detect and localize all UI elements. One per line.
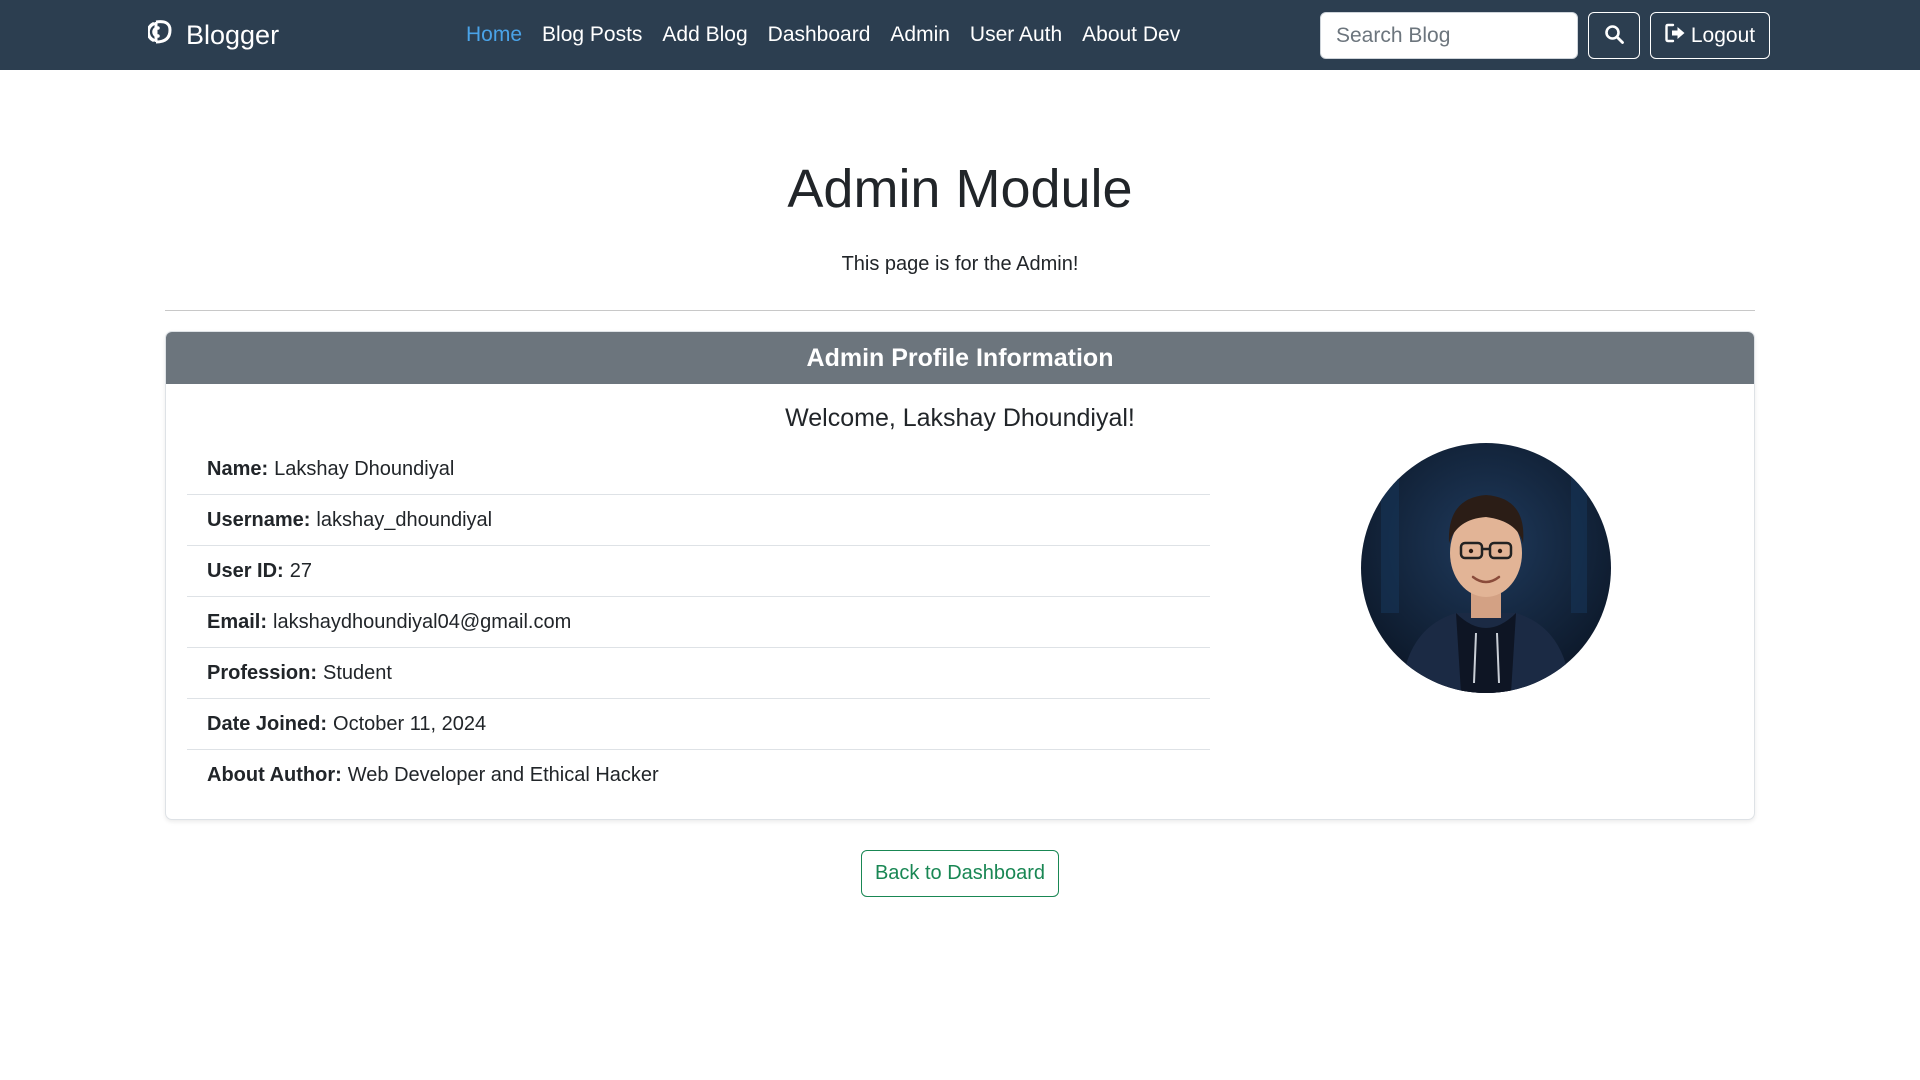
field-value: lakshay_dhoundiyal [316, 508, 493, 531]
brand-name: Blogger [186, 19, 280, 50]
field-label: Username: [207, 508, 311, 531]
search-button[interactable] [1588, 12, 1640, 59]
top-navbar: Blogger Home Blog Posts Add Blog Dashboa… [0, 0, 1920, 70]
field-label: Email: [207, 610, 268, 633]
field-value: 27 [289, 559, 312, 582]
field-value: Lakshay Dhoundiyal [274, 457, 455, 480]
nav-link-user-auth[interactable]: User Auth [960, 23, 1072, 47]
admin-avatar [1361, 443, 1611, 693]
page-lead: This page is for the Admin! [841, 253, 1079, 275]
page-title: Admin Module [787, 159, 1133, 219]
field-value: lakshaydhoundiyal04@gmail.com [273, 610, 572, 633]
list-item-username: Username: lakshay_dhoundiyal [187, 495, 1210, 546]
nav-link-dashboard[interactable]: Dashboard [758, 23, 881, 47]
list-item-name: Name: Lakshay Dhoundiyal [187, 444, 1210, 495]
nav-link-add-blog[interactable]: Add Blog [652, 23, 757, 47]
nav-link-blog-posts[interactable]: Blog Posts [532, 23, 652, 47]
logout-label: Logout [1690, 23, 1756, 47]
list-item-user-id: User ID: 27 [187, 546, 1210, 597]
divider [165, 310, 1755, 311]
welcome-heading: Welcome, Lakshay Dhoundiyal! [785, 404, 1135, 432]
search-icon [1604, 24, 1624, 47]
field-label: Profession: [207, 661, 318, 684]
search-input[interactable] [1320, 12, 1578, 59]
sign-out-icon [1665, 23, 1687, 49]
back-to-dashboard-button[interactable]: Back to Dashboard [861, 850, 1059, 897]
blogger-logo-icon [146, 18, 176, 53]
profile-info-list: Name: Lakshay Dhoundiyal Username: laksh… [187, 444, 1210, 801]
field-value: Web Developer and Ethical Hacker [347, 764, 659, 786]
admin-profile-card: Admin Profile Information Welcome, Laksh… [165, 331, 1755, 820]
field-label: User ID: [207, 559, 284, 582]
nav-link-home[interactable]: Home [456, 23, 532, 47]
card-header: Admin Profile Information [166, 332, 1754, 384]
nav-link-about-dev[interactable]: About Dev [1072, 23, 1190, 47]
list-item-about-author: About Author: Web Developer and Ethical … [187, 750, 1210, 801]
field-label: Name: [207, 457, 269, 480]
list-item-date-joined: Date Joined: October 11, 2024 [187, 699, 1210, 750]
nav-links: Home Blog Posts Add Blog Dashboard Admin… [456, 0, 1190, 70]
brand-link[interactable]: Blogger [146, 0, 280, 70]
field-label: Date Joined: [207, 712, 328, 735]
nav-link-admin[interactable]: Admin [880, 23, 960, 47]
field-value: October 11, 2024 [333, 712, 487, 735]
logout-button[interactable]: Logout [1650, 12, 1770, 59]
field-value: Student [323, 661, 392, 684]
list-item-profession: Profession: Student [187, 648, 1210, 699]
list-item-email: Email: lakshaydhoundiyal04@gmail.com [187, 597, 1210, 648]
field-label: About Author: [207, 764, 342, 786]
